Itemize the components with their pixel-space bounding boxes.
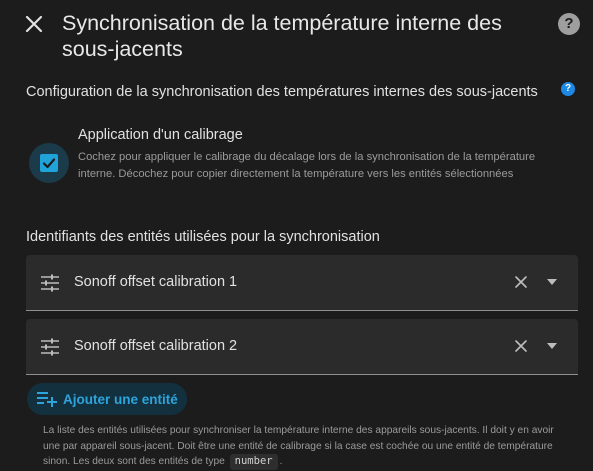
entity-picker-1[interactable]: Sonoff offset calibration 1 [26,255,578,311]
calibration-checkbox[interactable] [29,143,69,183]
entities-section-title: Identifiants des entités utilisées pour … [26,229,380,245]
dialog-title: Synchronisation de la température intern… [62,11,502,61]
clear-icon[interactable] [513,338,529,354]
checkbox-box [40,154,58,172]
help-button[interactable]: ? [558,13,580,35]
entity-label: Sonoff offset calibration 1 [74,274,238,290]
dialog-header: Synchronisation de la température intern… [0,0,593,64]
tune-icon [41,274,59,292]
help-text-end: . [279,456,283,467]
entities-help-text: La liste des entités utilisées pour sync… [43,423,573,470]
entity-label: Sonoff offset calibration 2 [74,338,238,354]
dialog: Synchronisation de la température intern… [0,0,593,471]
calibration-description: Cochez pour appliquer le calibrage du dé… [78,151,536,180]
calibration-label: Application d'un calibrage [78,127,243,143]
dropdown-arrow-icon[interactable] [547,279,557,285]
help-icon: ? [564,15,574,32]
close-icon [25,15,43,33]
config-section-title: Configuration de la synchronisation des … [26,84,538,100]
add-entity-label: Ajouter une entité [63,392,178,407]
help-text: La liste des entités utilisées pour sync… [43,425,554,467]
playlist-add-icon [37,392,57,407]
entity-picker-2[interactable]: Sonoff offset calibration 2 [26,319,578,375]
code-chip: number [229,454,278,470]
dropdown-arrow-icon[interactable] [547,343,557,349]
check-icon [42,158,56,169]
close-button[interactable] [20,10,48,38]
add-entity-button[interactable]: Ajouter une entité [27,383,187,415]
clear-icon[interactable] [513,274,529,290]
tune-icon [41,338,59,356]
info-icon[interactable]: ? [561,82,575,96]
